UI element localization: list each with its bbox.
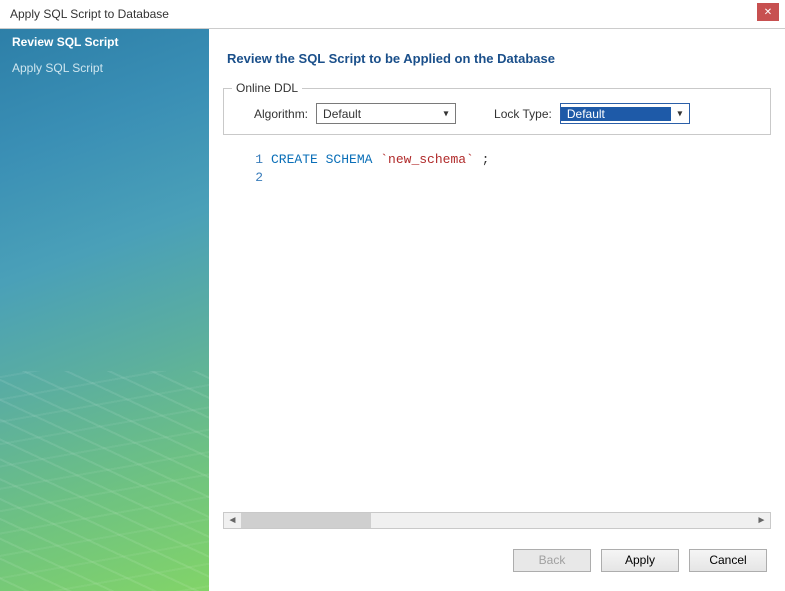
locktype-value: Default xyxy=(561,107,671,121)
step-label: Apply SQL Script xyxy=(12,61,103,75)
scroll-track[interactable] xyxy=(241,513,753,528)
online-ddl-group: Online DDL Algorithm: Default ▾ Lock Typ… xyxy=(223,88,771,135)
cancel-button[interactable]: Cancel xyxy=(689,549,767,572)
algorithm-value: Default xyxy=(317,107,427,121)
scroll-right-button[interactable]: ► xyxy=(753,513,770,528)
line-number: 1 xyxy=(223,151,263,169)
horizontal-scrollbar[interactable]: ◄ ► xyxy=(223,512,771,529)
page-heading: Review the SQL Script to be Applied on t… xyxy=(209,29,785,80)
dialog-body: Review SQL Script Apply SQL Script Revie… xyxy=(0,29,785,591)
main-panel: Review the SQL Script to be Applied on t… xyxy=(209,29,785,591)
arrow-right-icon: ► xyxy=(757,515,767,526)
wizard-sidebar: Review SQL Script Apply SQL Script xyxy=(0,29,209,591)
ddl-row: Algorithm: Default ▾ Lock Type: Default … xyxy=(234,103,760,124)
algorithm-label: Algorithm: xyxy=(254,107,308,121)
scroll-left-button[interactable]: ◄ xyxy=(224,513,241,528)
chevron-down-icon: ▾ xyxy=(673,108,687,119)
back-button: Back xyxy=(513,549,591,572)
group-label: Online DDL xyxy=(232,81,302,95)
titlebar: Apply SQL Script to Database ✕ xyxy=(0,0,785,29)
close-icon: ✕ xyxy=(764,7,772,18)
footer-buttons: Back Apply Cancel xyxy=(209,529,785,591)
algorithm-dropdown[interactable]: Default ▾ xyxy=(316,103,456,124)
sql-suffix: ; xyxy=(482,152,490,167)
arrow-left-icon: ◄ xyxy=(228,515,238,526)
locktype-label: Lock Type: xyxy=(494,107,552,121)
line-gutter: 1 2 xyxy=(223,147,271,508)
scroll-thumb[interactable] xyxy=(241,513,371,528)
line-number: 2 xyxy=(223,169,263,187)
apply-button[interactable]: Apply xyxy=(601,549,679,572)
step-apply-sql[interactable]: Apply SQL Script xyxy=(0,55,209,81)
code-area: 1 2 CREATE SCHEMA `new_schema` ; xyxy=(223,147,771,508)
step-review-sql[interactable]: Review SQL Script xyxy=(0,29,209,55)
step-label: Review SQL Script xyxy=(12,35,118,49)
code-lines[interactable]: CREATE SCHEMA `new_schema` ; xyxy=(271,147,771,508)
locktype-dropdown[interactable]: Default ▾ xyxy=(560,103,690,124)
chevron-down-icon: ▾ xyxy=(439,108,453,119)
sql-editor[interactable]: 1 2 CREATE SCHEMA `new_schema` ; xyxy=(223,147,771,529)
code-line[interactable]: CREATE SCHEMA `new_schema` ; xyxy=(271,151,771,169)
sql-keyword: CREATE SCHEMA xyxy=(271,152,372,167)
close-button[interactable]: ✕ xyxy=(757,3,779,21)
code-line[interactable] xyxy=(271,169,771,187)
window-title: Apply SQL Script to Database xyxy=(10,7,169,21)
sql-identifier: `new_schema` xyxy=(380,152,474,167)
